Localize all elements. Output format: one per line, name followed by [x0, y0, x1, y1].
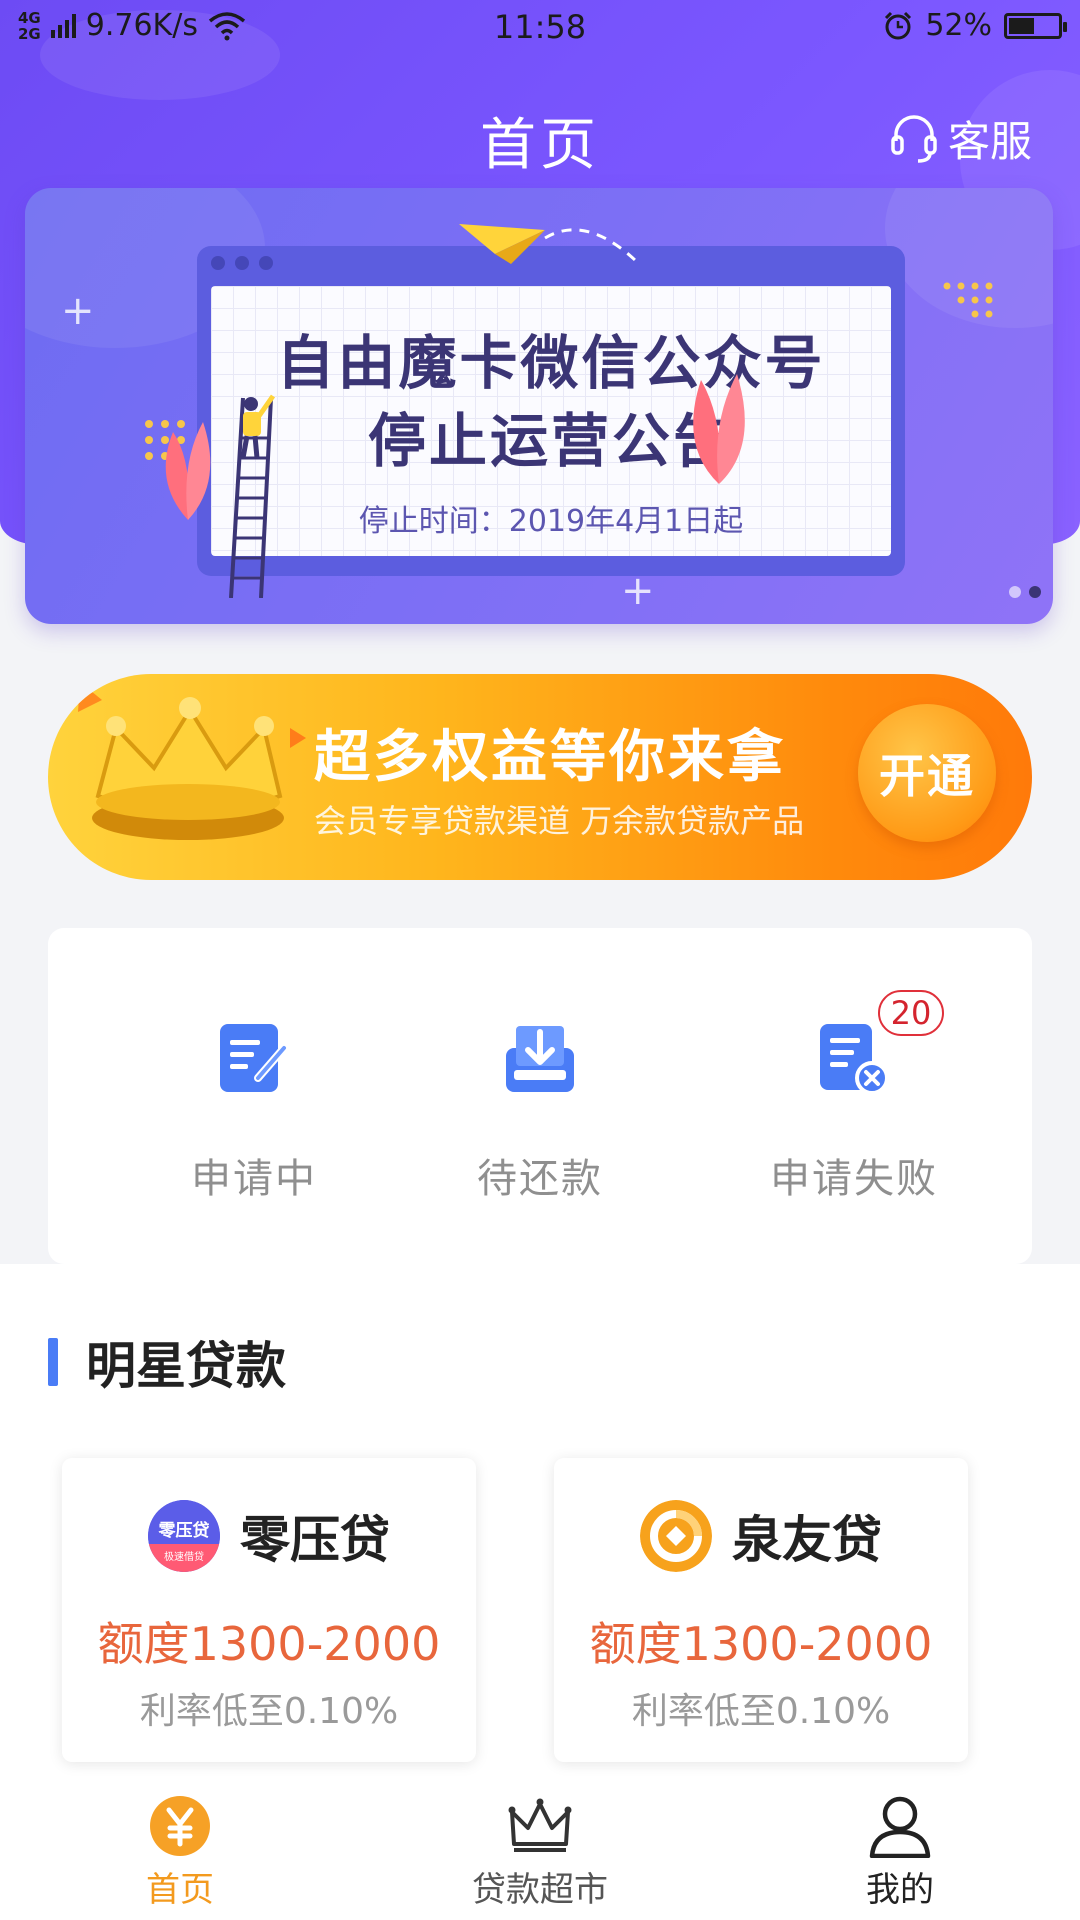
document-failed-icon — [820, 1024, 889, 1095]
alarm-icon — [885, 11, 912, 39]
nav-profile[interactable]: 我的 — [800, 1794, 1000, 1911]
loan-amount: 额度1300-2000 — [97, 1617, 441, 1671]
announcement-board: 自由魔卡微信公众号 停止运营公告 停止时间：2019年4月1日起 — [197, 246, 905, 576]
battery-level — [1009, 17, 1034, 34]
status-pending-repayment-label: 待还款 — [477, 1156, 603, 1202]
nav-profile-label: 我的 — [866, 1870, 934, 1910]
loan-rate: 利率低至0.10% — [631, 1691, 891, 1732]
lingyadai-logo: 零压贷 极速借贷 — [148, 1500, 220, 1572]
nav-home[interactable]: 首页 — [80, 1794, 280, 1911]
battery-percent: 52% — [925, 8, 992, 43]
yuan-coin-icon — [150, 1796, 210, 1856]
ladder-person-illustration — [229, 394, 276, 598]
loan-card-lingyadai[interactable]: 零压贷 极速借贷 零压贷 额度1300-2000 利率低至0.10% — [62, 1458, 476, 1762]
announcement-line-2: 停止运营公告 — [367, 407, 734, 475]
announcement-banner[interactable]: + + 自由魔卡微信公众号 停止运营公告 停止时间：2019年4月1日起 — [25, 188, 1053, 624]
lingyadai-logo-text: 零压贷 — [158, 1520, 210, 1541]
vip-membership-banner[interactable]: 超多权益等你来拿 会员专享贷款渠道 万余款贷款产品 开通 — [48, 674, 1032, 880]
section-accent-bar — [48, 1338, 58, 1386]
user-icon — [869, 1796, 931, 1859]
banner-dot — [1009, 586, 1021, 598]
headset-icon — [891, 114, 937, 163]
download-tray-icon — [506, 1026, 574, 1092]
plus-decoration: + — [61, 288, 95, 334]
status-pending-repayment[interactable]: 待还款 — [410, 1018, 670, 1204]
customer-service-button[interactable]: 客服 — [890, 108, 1032, 169]
bottom-navigation: 首页 贷款超市 我的 — [0, 1782, 1080, 1920]
quanyoudai-logo-icon — [640, 1500, 712, 1572]
loan-amount: 额度1300-2000 — [589, 1617, 933, 1671]
announcement-subtitle: 停止时间：2019年4月1日起 — [358, 504, 744, 539]
battery-icon — [1004, 12, 1067, 39]
activate-vip-button[interactable]: 开通 — [858, 704, 996, 842]
failed-count-badge: 20 — [878, 990, 944, 1036]
featured-loans-section: 明星贷款 零压贷 极速借贷 零压贷 额度1300-2000 利率低至0.10% — [0, 1264, 1080, 1800]
application-status-card: 申请中 待还款 20 申请失败 — [48, 928, 1032, 1264]
status-bar: 4G 2G 9.76K/s 11:58 52% — [0, 0, 1080, 56]
banner-pagination — [1009, 586, 1041, 598]
banner-dot-active — [1029, 586, 1041, 598]
paper-plane-icon — [459, 224, 637, 264]
loan-name: 泉友贷 — [732, 1511, 882, 1569]
quanyoudai-logo — [640, 1500, 712, 1572]
status-applying-label: 申请中 — [191, 1156, 317, 1202]
lingyadai-logo-icon: 零压贷 极速借贷 — [148, 1500, 220, 1572]
section-header: 明星贷款 — [48, 1326, 286, 1398]
customer-service-label: 客服 — [947, 117, 1032, 166]
crown-icon — [508, 1798, 572, 1852]
loan-card-quanyoudai[interactable]: 泉友贷 额度1300-2000 利率低至0.10% — [554, 1458, 968, 1762]
leaf-decoration — [693, 374, 745, 484]
announcement-line-1: 自由魔卡微信公众号 — [276, 329, 826, 397]
status-applying[interactable]: 申请中 — [124, 1018, 384, 1204]
loan-rate: 利率低至0.10% — [139, 1691, 399, 1732]
edit-document-icon — [220, 1024, 288, 1092]
leaf-decoration — [165, 422, 211, 520]
vip-subtitle: 会员专享贷款渠道 万余款贷款产品 — [314, 802, 805, 840]
nav-loan-market[interactable]: 贷款超市 — [440, 1794, 640, 1911]
nav-loan-market-label: 贷款超市 — [472, 1870, 608, 1910]
vip-title: 超多权益等你来拿 — [314, 725, 786, 790]
status-failed-label: 申请失败 — [770, 1156, 938, 1202]
dots-decoration — [943, 282, 993, 318]
lingyadai-logo-subtext: 极速借贷 — [164, 1550, 204, 1563]
section-title: 明星贷款 — [86, 1337, 286, 1395]
nav-home-label: 首页 — [146, 1870, 214, 1910]
crown-illustration — [78, 682, 306, 840]
loan-name: 零压贷 — [240, 1511, 390, 1569]
status-failed[interactable]: 20 申请失败 — [724, 990, 984, 1204]
